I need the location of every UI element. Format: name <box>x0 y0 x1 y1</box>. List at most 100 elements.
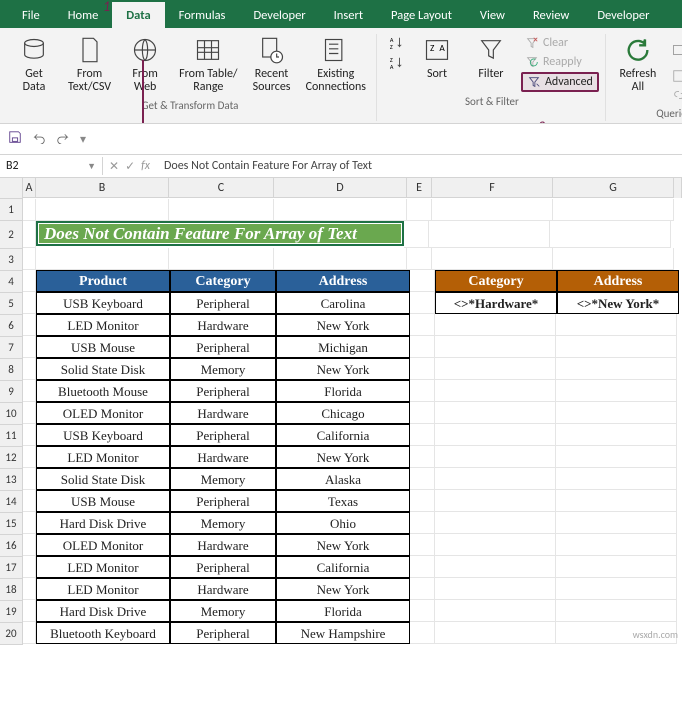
cell-category[interactable]: Hardware <box>170 402 276 424</box>
queries-button[interactable]: Queries & ... <box>668 34 682 66</box>
crit-header-address[interactable]: Address <box>557 270 679 292</box>
cell-product[interactable]: LED Monitor <box>36 314 170 336</box>
fx-button[interactable]: fx <box>141 159 150 174</box>
col-header-d[interactable]: D <box>274 178 407 198</box>
advanced-filter-button[interactable]: Advanced <box>521 72 599 92</box>
cell-address[interactable]: California <box>276 424 410 446</box>
from-text-csv-button[interactable]: From Text/CSV <box>64 34 115 96</box>
edit-links-button[interactable]: Edit Links <box>668 86 682 104</box>
cell-product[interactable]: USB Mouse <box>36 336 170 358</box>
cell-category[interactable]: Hardware <box>170 446 276 468</box>
tab-page-layout[interactable]: Page Layout <box>377 2 466 28</box>
cell-category[interactable]: Peripheral <box>170 490 276 512</box>
tab-developer-2[interactable]: Developer <box>583 2 663 28</box>
sort-az-button[interactable]: AZ <box>385 34 407 52</box>
row-header[interactable]: 20 <box>0 623 23 645</box>
select-all-corner[interactable] <box>0 178 23 199</box>
row-header[interactable]: 3 <box>0 249 23 271</box>
cell-category[interactable]: Peripheral <box>170 292 276 314</box>
row-header[interactable]: 17 <box>0 557 23 579</box>
cell-product[interactable]: USB Keyboard <box>36 424 170 446</box>
tab-developer[interactable]: Developer <box>239 2 319 28</box>
header-category[interactable]: Category <box>170 270 276 292</box>
row-header[interactable]: 8 <box>0 359 23 381</box>
row-header[interactable]: 4 <box>0 271 23 293</box>
cell-product[interactable]: LED Monitor <box>36 578 170 600</box>
col-header-c[interactable]: C <box>169 178 274 198</box>
cell-category[interactable]: Peripheral <box>170 556 276 578</box>
col-header-b[interactable]: B <box>36 178 169 198</box>
cell-address[interactable]: New York <box>276 314 410 336</box>
tab-insert[interactable]: Insert <box>320 2 377 28</box>
tab-file[interactable]: File <box>8 2 54 28</box>
cell-category[interactable]: Hardware <box>170 534 276 556</box>
cell-product[interactable]: OLED Monitor <box>36 402 170 424</box>
row-header[interactable]: 9 <box>0 381 23 403</box>
cell-product[interactable]: Hard Disk Drive <box>36 600 170 622</box>
cell-category[interactable]: Hardware <box>170 314 276 336</box>
cell-product[interactable]: Solid State Disk <box>36 358 170 380</box>
row-header[interactable]: 7 <box>0 337 23 359</box>
title-cell[interactable]: Does Not Contain Feature For Array of Te… <box>36 221 404 246</box>
crit-address[interactable]: <>*New York* <box>557 292 679 314</box>
row-header[interactable]: 14 <box>0 491 23 513</box>
header-address[interactable]: Address <box>276 270 410 292</box>
filter-button[interactable]: Filter <box>467 34 515 83</box>
spreadsheet-grid[interactable]: 1 2 3 4 5 6 7 8 9 10 11 12 13 14 15 16 1… <box>0 199 682 645</box>
cell-product[interactable]: LED Monitor <box>36 556 170 578</box>
col-header-a[interactable]: A <box>23 178 36 198</box>
formula-input[interactable]: Does Not Contain Feature For Array of Te… <box>156 159 682 173</box>
cell-product[interactable]: Hard Disk Drive <box>36 512 170 534</box>
cell-address[interactable]: Chicago <box>276 402 410 424</box>
row-header[interactable]: 2 <box>0 221 23 249</box>
cell-address[interactable]: Michigan <box>276 336 410 358</box>
cell-address[interactable]: Ohio <box>276 512 410 534</box>
cell-category[interactable]: Peripheral <box>170 336 276 358</box>
header-product[interactable]: Product <box>36 270 170 292</box>
row-header[interactable]: 6 <box>0 315 23 337</box>
row-header[interactable]: 18 <box>0 579 23 601</box>
get-data-button[interactable]: Get Data <box>10 34 58 96</box>
cell-address[interactable]: New York <box>276 578 410 600</box>
cell-address[interactable]: New York <box>276 446 410 468</box>
cell-category[interactable]: Hardware <box>170 578 276 600</box>
cell-product[interactable]: USB Mouse <box>36 490 170 512</box>
cell-product[interactable]: LED Monitor <box>36 446 170 468</box>
cell-category[interactable]: Memory <box>170 600 276 622</box>
name-box[interactable]: B2▼ <box>0 157 103 175</box>
cell-category[interactable]: Memory <box>170 512 276 534</box>
tab-review[interactable]: Review <box>519 2 583 28</box>
cell-address[interactable]: Florida <box>276 380 410 402</box>
tab-view[interactable]: View <box>466 2 519 28</box>
cell-product[interactable]: Bluetooth Keyboard <box>36 622 170 644</box>
cell-address[interactable]: New York <box>276 358 410 380</box>
cell-category[interactable]: Peripheral <box>170 424 276 446</box>
cell-address[interactable]: New York <box>276 534 410 556</box>
clear-button[interactable]: Clear <box>521 34 599 52</box>
cell-address[interactable]: Alaska <box>276 468 410 490</box>
crit-header-category[interactable]: Category <box>435 270 557 292</box>
properties-button[interactable]: Properties <box>668 67 682 85</box>
cell-product[interactable]: Bluetooth Mouse <box>36 380 170 402</box>
cell-category[interactable]: Peripheral <box>170 622 276 644</box>
row-header[interactable]: 13 <box>0 469 23 491</box>
row-header[interactable]: 11 <box>0 425 23 447</box>
col-header-f[interactable]: F <box>432 178 553 198</box>
cell-category[interactable]: Memory <box>170 358 276 380</box>
row-header[interactable]: 16 <box>0 535 23 557</box>
cell-address[interactable]: New Hampshire <box>276 622 410 644</box>
cell-category[interactable]: Memory <box>170 468 276 490</box>
refresh-all-button[interactable]: Refresh All <box>614 34 662 96</box>
undo-button[interactable] <box>32 130 46 148</box>
cell-address[interactable]: California <box>276 556 410 578</box>
tab-data[interactable]: Data <box>112 2 164 28</box>
row-header[interactable]: 12 <box>0 447 23 469</box>
redo-button[interactable] <box>56 130 70 148</box>
qat-dropdown[interactable]: ▾ <box>80 132 86 147</box>
row-header[interactable]: 1 <box>0 199 23 221</box>
reapply-button[interactable]: Reapply <box>521 53 599 71</box>
row-header[interactable]: 19 <box>0 601 23 623</box>
crit-category[interactable]: <>*Hardware* <box>435 292 557 314</box>
cell-product[interactable]: Solid State Disk <box>36 468 170 490</box>
enter-formula-button[interactable]: ✓ <box>125 159 135 174</box>
